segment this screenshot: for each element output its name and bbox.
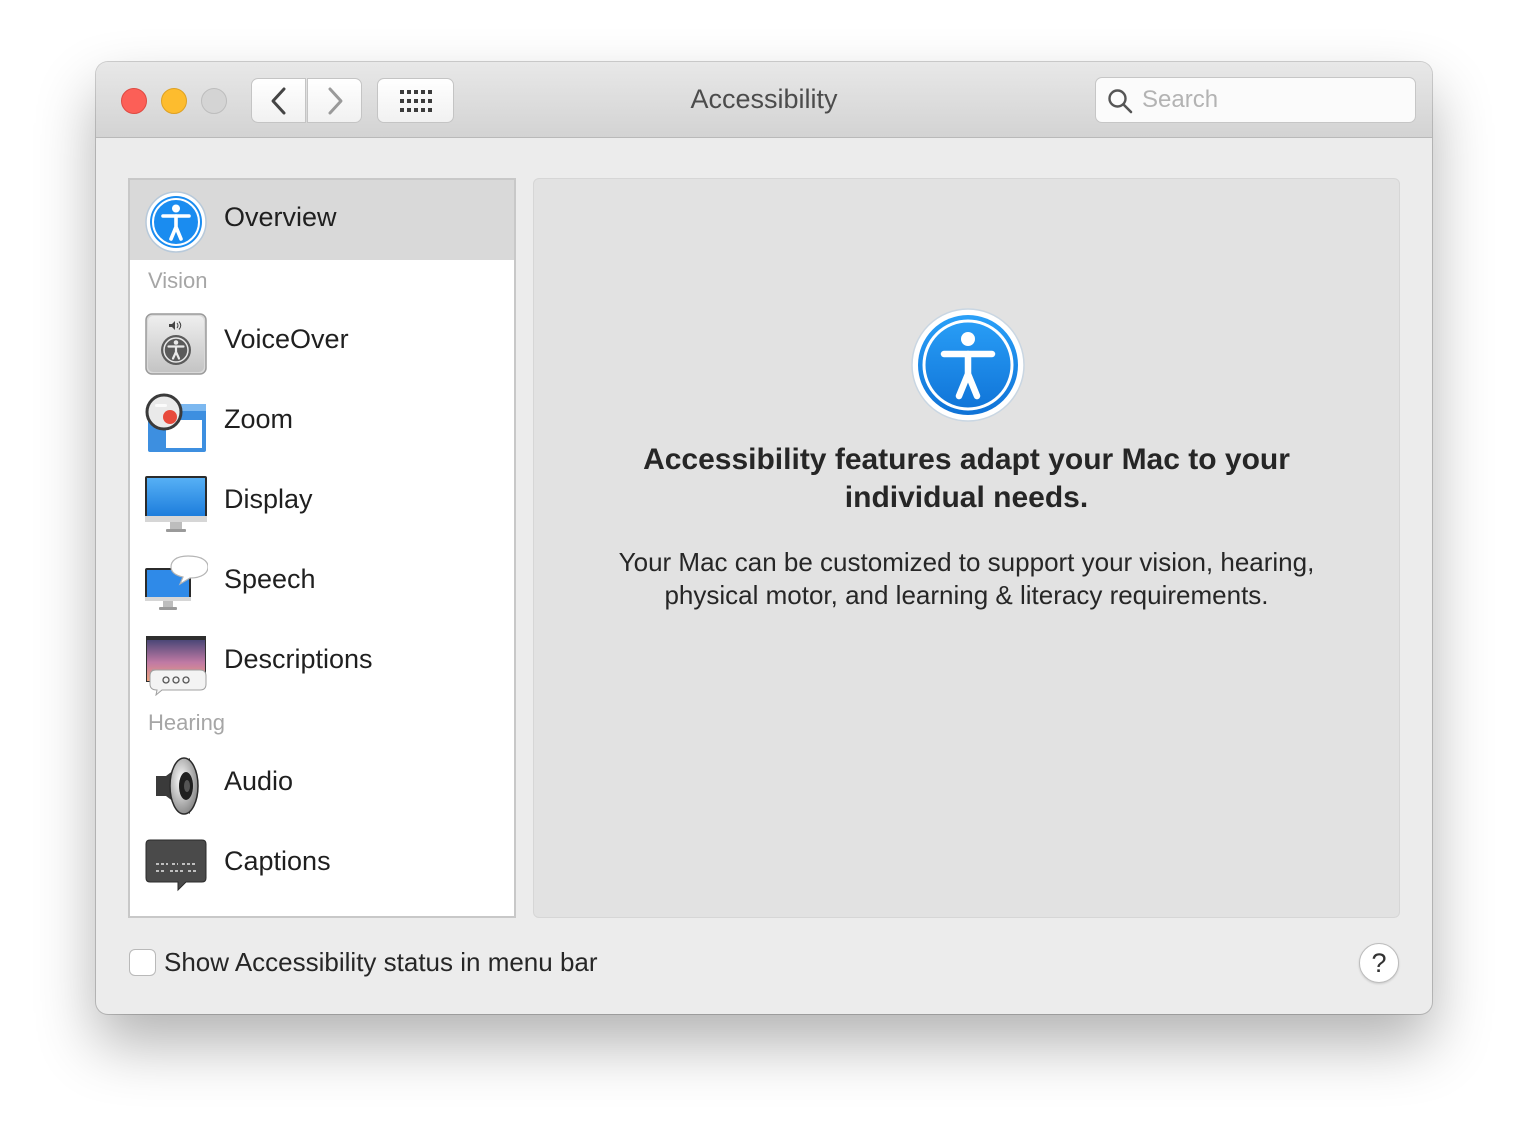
show-status-checkbox-label[interactable]: Show Accessibility status in menu bar: [164, 947, 598, 978]
sidebar-item-label: Captions: [224, 846, 331, 876]
search-field[interactable]: [1095, 77, 1416, 123]
sidebar-item-label: Audio: [224, 766, 294, 796]
display-icon: [145, 476, 207, 532]
sidebar-item-descriptions[interactable]: Descriptions: [130, 622, 514, 702]
sidebar-item-label: Descriptions: [224, 644, 373, 674]
show-status-checkbox[interactable]: [129, 949, 156, 976]
sidebar-item-overview[interactable]: Overview: [130, 180, 514, 260]
captions-icon: [145, 839, 207, 892]
sidebar-item-label: Speech: [224, 564, 316, 594]
search-input[interactable]: [1142, 84, 1402, 116]
overview-headline: Accessibility features adapt your Mac to…: [643, 443, 1290, 514]
search-icon: [1108, 89, 1133, 114]
system-preferences-window: Accessibility Overview Vision: [96, 62, 1432, 1014]
sidebar-item-label: Overview: [224, 202, 337, 232]
accessibility-icon: [145, 191, 207, 253]
sidebar-item-audio[interactable]: Audio: [130, 744, 514, 824]
descriptions-icon: [146, 636, 207, 696]
title-bar: Accessibility: [96, 62, 1432, 138]
accessibility-icon: [911, 308, 1025, 422]
sidebar-item-zoom[interactable]: Zoom: [130, 382, 514, 462]
voiceover-icon: [145, 313, 207, 375]
sidebar-item-speech[interactable]: Speech: [130, 542, 514, 622]
overview-description: Your Mac can be customized to support yo…: [618, 547, 1315, 610]
sidebar-item-label: Display: [224, 484, 313, 514]
audio-speaker-icon: [156, 757, 199, 815]
speech-icon: [145, 555, 208, 610]
sidebar-item-label: VoiceOver: [224, 324, 349, 354]
help-button[interactable]: ?: [1359, 943, 1399, 983]
section-header-vision: Vision: [148, 268, 208, 293]
sidebar: Overview Vision VoiceOver Zoom Display S…: [128, 178, 516, 918]
zoom-icon: [145, 393, 206, 452]
section-header-hearing: Hearing: [148, 710, 226, 735]
sidebar-item-voiceover[interactable]: VoiceOver: [130, 302, 514, 382]
sidebar-item-captions[interactable]: Captions: [130, 824, 514, 904]
sidebar-item-display[interactable]: Display: [130, 462, 514, 542]
overview-panel: Accessibility features adapt your Mac to…: [533, 178, 1400, 918]
sidebar-item-label: Zoom: [224, 404, 294, 434]
